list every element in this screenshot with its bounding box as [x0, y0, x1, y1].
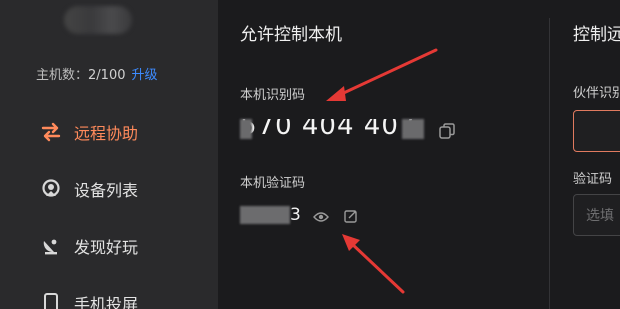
device-id-digits: 570 404 407: [240, 119, 417, 137]
sidebar-item-screen-mirror[interactable]: 手机投屏: [40, 288, 138, 309]
verification-code-value: 3: [240, 203, 301, 227]
verify-code-label: 验证码: [573, 172, 613, 187]
annotation-arrows: [326, 48, 438, 294]
sidebar: 主机数：2/100 升级 远程协助 设备列表 发现好玩 手机投屏: [0, 0, 218, 309]
device-icon: [40, 178, 62, 200]
control-remote-title: 控制远: [573, 25, 620, 45]
sidebar-item-label: 手机投屏: [74, 295, 139, 309]
host-count-value: 2/100: [88, 68, 126, 83]
sidebar-item-label: 发现好玩: [74, 238, 139, 257]
sidebar-item-discover[interactable]: 发现好玩: [40, 231, 138, 261]
annotation-arrow-code: [342, 234, 405, 294]
edit-icon[interactable]: [344, 209, 358, 223]
verification-code-tail: 3: [290, 205, 301, 225]
verification-code-label: 本机验证码: [240, 176, 306, 191]
allow-control-title: 允许控制本机: [240, 25, 342, 45]
device-id-label: 本机识别码: [240, 88, 306, 103]
satellite-dish-icon: [40, 235, 62, 257]
sidebar-item-remote-assist[interactable]: 远程协助: [40, 117, 138, 147]
host-count-label: 主机数：: [36, 68, 89, 83]
main-panel: 允许控制本机 控制远 本机识别码 570 404 407 本机验证码 3 伙伴识…: [218, 0, 620, 309]
device-id-value: 570 404 407: [240, 113, 424, 143]
sidebar-item-device-list[interactable]: 设备列表: [40, 174, 138, 204]
annotation-arrow-id: [326, 48, 438, 101]
verify-code-placeholder: 选填: [586, 208, 614, 224]
sidebar-item-label: 设备列表: [74, 181, 139, 200]
partner-id-label: 伙伴识别: [573, 86, 620, 101]
sidebar-item-label: 远程协助: [74, 124, 139, 143]
partner-id-input[interactable]: [573, 110, 620, 152]
swap-arrows-icon: [40, 121, 62, 143]
host-count: 主机数：2/100 升级: [36, 64, 158, 83]
phone-icon: [40, 292, 62, 309]
panel-divider: [549, 18, 550, 309]
verify-code-input[interactable]: 选填: [573, 194, 620, 236]
eye-icon[interactable]: [313, 210, 329, 224]
avatar[interactable]: [64, 6, 132, 34]
upgrade-link[interactable]: 升级: [131, 68, 157, 83]
verification-code-blur: [240, 206, 290, 224]
copy-icon[interactable]: [439, 123, 455, 139]
